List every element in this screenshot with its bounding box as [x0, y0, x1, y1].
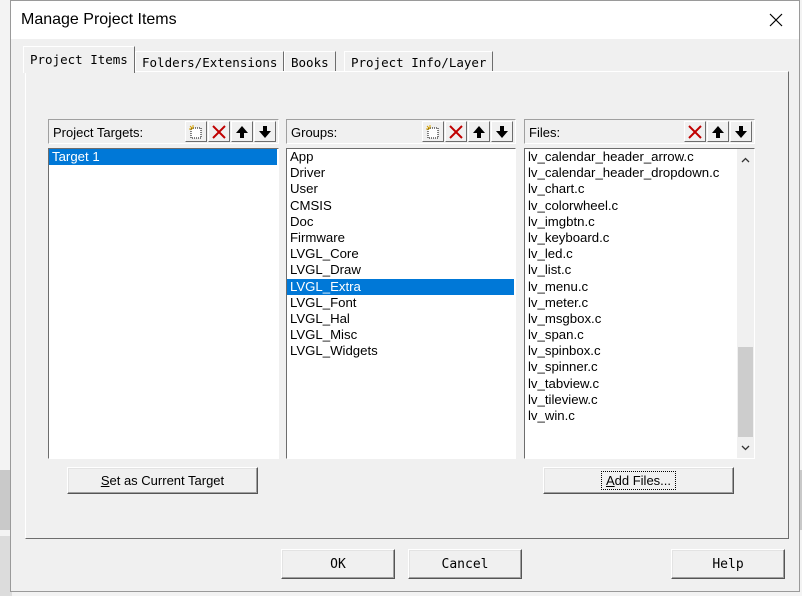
pane-header: Groups:: [286, 119, 516, 144]
delete-target-button[interactable]: [208, 121, 230, 142]
file-list-item[interactable]: lv_meter.c: [525, 295, 737, 311]
pane-header: Project Targets:: [48, 119, 279, 144]
move-down-icon: [496, 125, 508, 138]
tab-books[interactable]: Books: [284, 51, 336, 71]
delete-icon: [212, 124, 226, 139]
file-list-item[interactable]: lv_tabview.c: [525, 376, 737, 392]
scroll-down-button[interactable]: [737, 439, 754, 456]
scroll-thumb[interactable]: [738, 347, 753, 437]
files-pane: Files: lv_calendar_header_arrow.c lv_cale…: [524, 119, 755, 459]
move-file-up-button[interactable]: [707, 121, 729, 142]
move-up-icon: [473, 125, 485, 138]
group-list-item[interactable]: App: [287, 149, 515, 165]
tab-project-info-layer[interactable]: Project Info/Layer: [344, 51, 494, 71]
group-list-item[interactable]: LVGL_Core: [287, 246, 515, 262]
move-down-icon: [259, 125, 271, 138]
file-list-item[interactable]: lv_chart.c: [525, 181, 737, 197]
close-icon: [769, 13, 783, 27]
accelerator-key: A: [605, 473, 615, 488]
group-list-item[interactable]: LVGL_Draw: [287, 262, 515, 278]
move-file-down-button[interactable]: [730, 121, 752, 142]
help-button[interactable]: Help: [671, 549, 785, 579]
file-list-item[interactable]: lv_keyboard.c: [525, 230, 737, 246]
target-list-item[interactable]: Target 1: [49, 149, 277, 166]
file-list-item[interactable]: lv_calendar_header_arrow.c: [525, 149, 737, 165]
chevron-up-icon: [741, 157, 750, 162]
file-list-item[interactable]: lv_spinbox.c: [525, 343, 737, 359]
move-group-up-button[interactable]: [468, 121, 490, 142]
group-list-item[interactable]: Doc: [287, 214, 515, 230]
file-list-item[interactable]: lv_spinner.c: [525, 359, 737, 375]
file-list-item[interactable]: lv_calendar_header_dropdown.c: [525, 165, 737, 181]
file-list-item[interactable]: lv_msgbox.c: [525, 311, 737, 327]
manage-project-items-dialog: Manage Project Items Project Items Folde…: [10, 0, 800, 592]
pane-title: Groups:: [291, 125, 338, 140]
new-target-button[interactable]: [185, 121, 207, 142]
group-list-item[interactable]: LVGL_Misc: [287, 327, 515, 343]
group-list-item[interactable]: LVGL_Widgets: [287, 343, 515, 359]
new-icon: [426, 124, 439, 138]
group-list-item[interactable]: CMSIS: [287, 198, 515, 214]
group-list-item[interactable]: LVGL_Hal: [287, 311, 515, 327]
pane-toolbar: [185, 121, 276, 142]
group-list-item[interactable]: Driver: [287, 165, 515, 181]
groups-pane: Groups: App Driver User CMSIS Doc Firmware LVG…: [286, 119, 516, 459]
move-up-icon: [712, 125, 724, 138]
ok-button[interactable]: OK: [281, 549, 395, 579]
group-list-item[interactable]: LVGL_Extra: [287, 278, 514, 295]
group-list-item[interactable]: LVGL_Font: [287, 295, 515, 311]
set-as-current-target-button[interactable]: Set as Current Target: [67, 467, 258, 494]
delete-icon: [688, 124, 702, 139]
file-list-item[interactable]: lv_led.c: [525, 246, 737, 262]
pane-header: Files:: [524, 119, 755, 144]
new-icon: [189, 124, 202, 138]
project-targets-pane: Project Targets: Target 1: [48, 119, 279, 459]
cancel-button[interactable]: Cancel: [408, 549, 522, 579]
chevron-down-icon: [741, 445, 750, 450]
file-list-item[interactable]: lv_menu.c: [525, 279, 737, 295]
focus-rectangle: Add Files...: [600, 471, 677, 490]
file-list-item[interactable]: lv_span.c: [525, 327, 737, 343]
dialog-title: Manage Project Items: [21, 11, 177, 28]
groups-list[interactable]: App Driver User CMSIS Doc Firmware LVGL_Core LV…: [286, 148, 516, 459]
add-files-button[interactable]: Add Files...: [543, 467, 734, 494]
file-list-item[interactable]: lv_list.c: [525, 262, 737, 278]
delete-group-button[interactable]: [445, 121, 467, 142]
button-label: dd Files...: [614, 473, 672, 488]
move-group-down-button[interactable]: [491, 121, 513, 142]
file-list-item[interactable]: lv_colorwheel.c: [525, 198, 737, 214]
group-list-item[interactable]: Firmware: [287, 230, 515, 246]
delete-icon: [449, 124, 463, 139]
title-bar: Manage Project Items: [11, 1, 799, 39]
tab-project-items[interactable]: Project Items: [23, 46, 135, 73]
close-button[interactable]: [761, 7, 791, 33]
pane-toolbar: [422, 121, 513, 142]
move-target-down-button[interactable]: [254, 121, 276, 142]
files-scrollbar[interactable]: [737, 149, 754, 458]
files-list[interactable]: lv_calendar_header_arrow.c lv_calendar_he…: [524, 148, 755, 459]
file-list-item[interactable]: lv_win.c: [525, 408, 737, 424]
new-group-button[interactable]: [422, 121, 444, 142]
pane-title: Project Targets:: [53, 125, 144, 140]
tab-folders-extensions[interactable]: Folders/Extensions: [135, 51, 285, 71]
pane-toolbar: [684, 121, 752, 142]
move-up-icon: [236, 125, 248, 138]
move-down-icon: [735, 125, 747, 138]
move-target-up-button[interactable]: [231, 121, 253, 142]
pane-title: Files:: [529, 125, 561, 140]
file-list-item[interactable]: lv_imgbtn.c: [525, 214, 737, 230]
group-list-item[interactable]: User: [287, 181, 515, 197]
project-targets-list[interactable]: Target 1: [48, 148, 279, 459]
button-label: et as Current Target: [109, 473, 225, 488]
scroll-up-button[interactable]: [737, 151, 754, 168]
delete-file-button[interactable]: [684, 121, 706, 142]
accelerator-key: S: [100, 473, 110, 488]
file-list-item[interactable]: lv_tileview.c: [525, 392, 737, 408]
